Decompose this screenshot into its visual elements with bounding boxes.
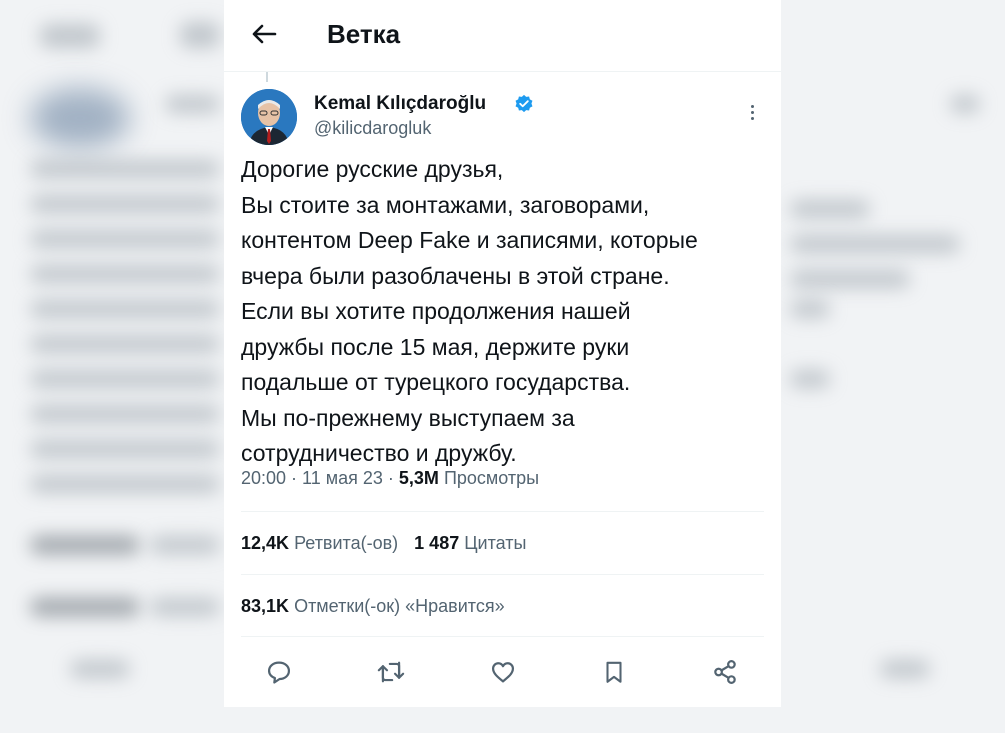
tweet-text-line: контентом Deep Fake и записями, которые	[241, 227, 698, 253]
views-label: Просмотры	[443, 468, 540, 488]
bookmark-button[interactable]	[594, 652, 634, 692]
retweet-icon	[377, 661, 405, 683]
retweets-label: Ретвита(-ов)	[294, 533, 399, 553]
meta-separator: ·	[382, 468, 399, 488]
quotes-link[interactable]: 1 487 Цитаты	[414, 533, 526, 553]
tweet-thread-panel: Ветка Kemal Kılıçdaroğlu @kilicdarogluk …	[224, 0, 781, 707]
tweet-text-line: Дорогие русские друзья,	[241, 156, 504, 182]
likes-count: 83,1K	[241, 596, 290, 616]
tweet-text-line: вчера были разоблачены в этой стране.	[241, 262, 670, 289]
reply-button[interactable]	[259, 652, 299, 692]
meta-separator: ·	[286, 468, 303, 488]
divider	[241, 574, 764, 575]
tweet-time[interactable]: 20:00	[241, 468, 286, 488]
heart-icon	[491, 662, 515, 683]
views-count: 5,3M	[398, 468, 439, 488]
tweet-text-line: Вы стоите за монтажами, заговорами,	[241, 191, 650, 218]
verified-badge-icon	[515, 94, 533, 113]
tweet-text: Дорогие русские друзья, Вы стоите за мон…	[241, 152, 771, 472]
tweet-text-line: подальше от турецкого государства.	[241, 369, 631, 395]
tweet-actions-bar	[264, 652, 744, 692]
tweet-text-line: Если вы хотите продолжения нашей	[241, 298, 631, 324]
divider	[241, 636, 764, 637]
like-button[interactable]	[483, 652, 523, 692]
avatar[interactable]	[241, 89, 297, 145]
tweet-date[interactable]: 11 мая 23	[302, 468, 383, 488]
author-name[interactable]: Kemal Kılıçdaroğlu	[314, 93, 486, 115]
share-icon	[714, 660, 736, 684]
thread-connector-line	[266, 72, 268, 82]
bookmark-icon	[606, 661, 622, 683]
author-handle[interactable]: @kilicdarogluk	[314, 118, 431, 139]
back-button[interactable]	[246, 16, 282, 52]
retweet-quote-stats: 12,4K Ретвита(-ов) 1 487 Цитаты	[241, 533, 526, 554]
likes-label: Отметки(-ок) «Нравится»	[294, 596, 505, 616]
likes-stats[interactable]: 83,1K Отметки(-ок) «Нравится»	[241, 596, 505, 617]
tweet-meta: 20:00 · 11 мая 23 · 5,3M Просмотры	[241, 468, 539, 489]
profile-photo	[241, 89, 297, 145]
reply-icon	[267, 661, 291, 684]
page-title: Ветка	[327, 19, 401, 49]
top-bar: Ветка	[224, 0, 781, 72]
tweet-text-line: Мы по-прежнему выступаем за	[241, 404, 575, 431]
retweets-link[interactable]: 12,4K Ретвита(-ов)	[241, 533, 398, 553]
more-vertical-icon	[750, 104, 754, 108]
divider	[241, 511, 764, 512]
tweet-text-line: дружбы после 15 мая, держите руки	[241, 333, 630, 360]
retweet-button[interactable]	[371, 652, 411, 692]
retweets-count: 12,4K	[241, 533, 290, 553]
quotes-count: 1 487	[414, 533, 460, 553]
arrow-left-icon	[252, 24, 277, 44]
more-options-button[interactable]	[742, 100, 762, 124]
share-button[interactable]	[705, 652, 745, 692]
quotes-label: Цитаты	[464, 533, 527, 553]
tweet-text-line: сотрудничество и дружбу.	[241, 440, 517, 466]
